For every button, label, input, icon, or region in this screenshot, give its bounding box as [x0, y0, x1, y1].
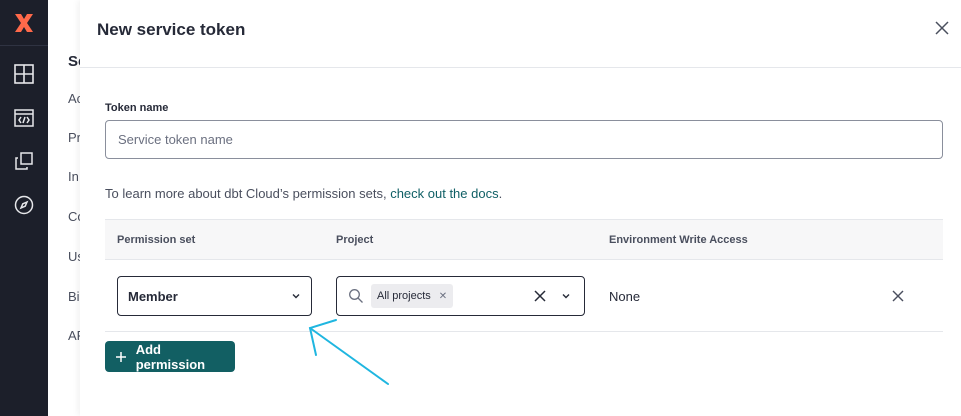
- add-permission-label: Add permission: [135, 341, 206, 372]
- chevron-down-icon: [292, 294, 300, 299]
- plus-icon: [115, 350, 128, 364]
- close-icon: [892, 290, 904, 302]
- close-button[interactable]: [932, 18, 952, 38]
- table-row: Member All projects ✕ None: [105, 260, 943, 332]
- drawer-title: New service token: [97, 20, 246, 39]
- help-text-prefix: To learn more about dbt Cloud’s permissi…: [105, 186, 391, 201]
- new-service-token-drawer: New service token Token name To learn mo…: [80, 0, 961, 416]
- copy-icon[interactable]: [8, 145, 40, 177]
- permissions-table: Permission set Project Environment Write…: [105, 219, 943, 332]
- code-icon[interactable]: [8, 102, 40, 134]
- help-text-suffix: .: [498, 186, 503, 201]
- remove-permission-button[interactable]: [888, 286, 908, 306]
- permission-set-select[interactable]: Member: [117, 276, 312, 316]
- column-header-project: Project: [336, 234, 374, 246]
- column-header-permission-set: Permission set: [117, 234, 196, 246]
- project-chip: All projects ✕: [371, 284, 454, 308]
- close-icon: [534, 290, 546, 302]
- chevron-down-icon[interactable]: [556, 286, 576, 306]
- background-menu-item[interactable]: In: [68, 169, 79, 184]
- grid-layout-icon[interactable]: [8, 58, 40, 90]
- permissions-table-header: Permission set Project Environment Write…: [105, 219, 943, 260]
- close-icon: [935, 21, 949, 35]
- dbt-logo-icon[interactable]: [0, 0, 48, 46]
- background-menu-item[interactable]: Bi: [68, 289, 80, 304]
- clear-selection-button[interactable]: [530, 286, 550, 306]
- permission-help-text: To learn more about dbt Cloud’s permissi…: [105, 186, 502, 201]
- nav-rail: [0, 0, 48, 416]
- environment-write-access-value: None: [609, 289, 641, 304]
- add-permission-button[interactable]: Add permission: [105, 341, 235, 372]
- column-header-environment-write-access: Environment Write Access: [609, 234, 748, 246]
- token-name-input[interactable]: [105, 120, 943, 159]
- chip-remove-icon[interactable]: ✕: [439, 291, 447, 302]
- drawer-header: New service token: [80, 0, 961, 68]
- project-multiselect[interactable]: All projects ✕: [336, 276, 585, 316]
- token-name-label: Token name: [105, 102, 169, 114]
- docs-link[interactable]: check out the docs: [390, 186, 498, 201]
- project-chip-label: All projects: [377, 290, 431, 302]
- search-icon: [347, 287, 365, 305]
- permission-set-value: Member: [128, 288, 178, 304]
- compass-icon[interactable]: [8, 189, 40, 221]
